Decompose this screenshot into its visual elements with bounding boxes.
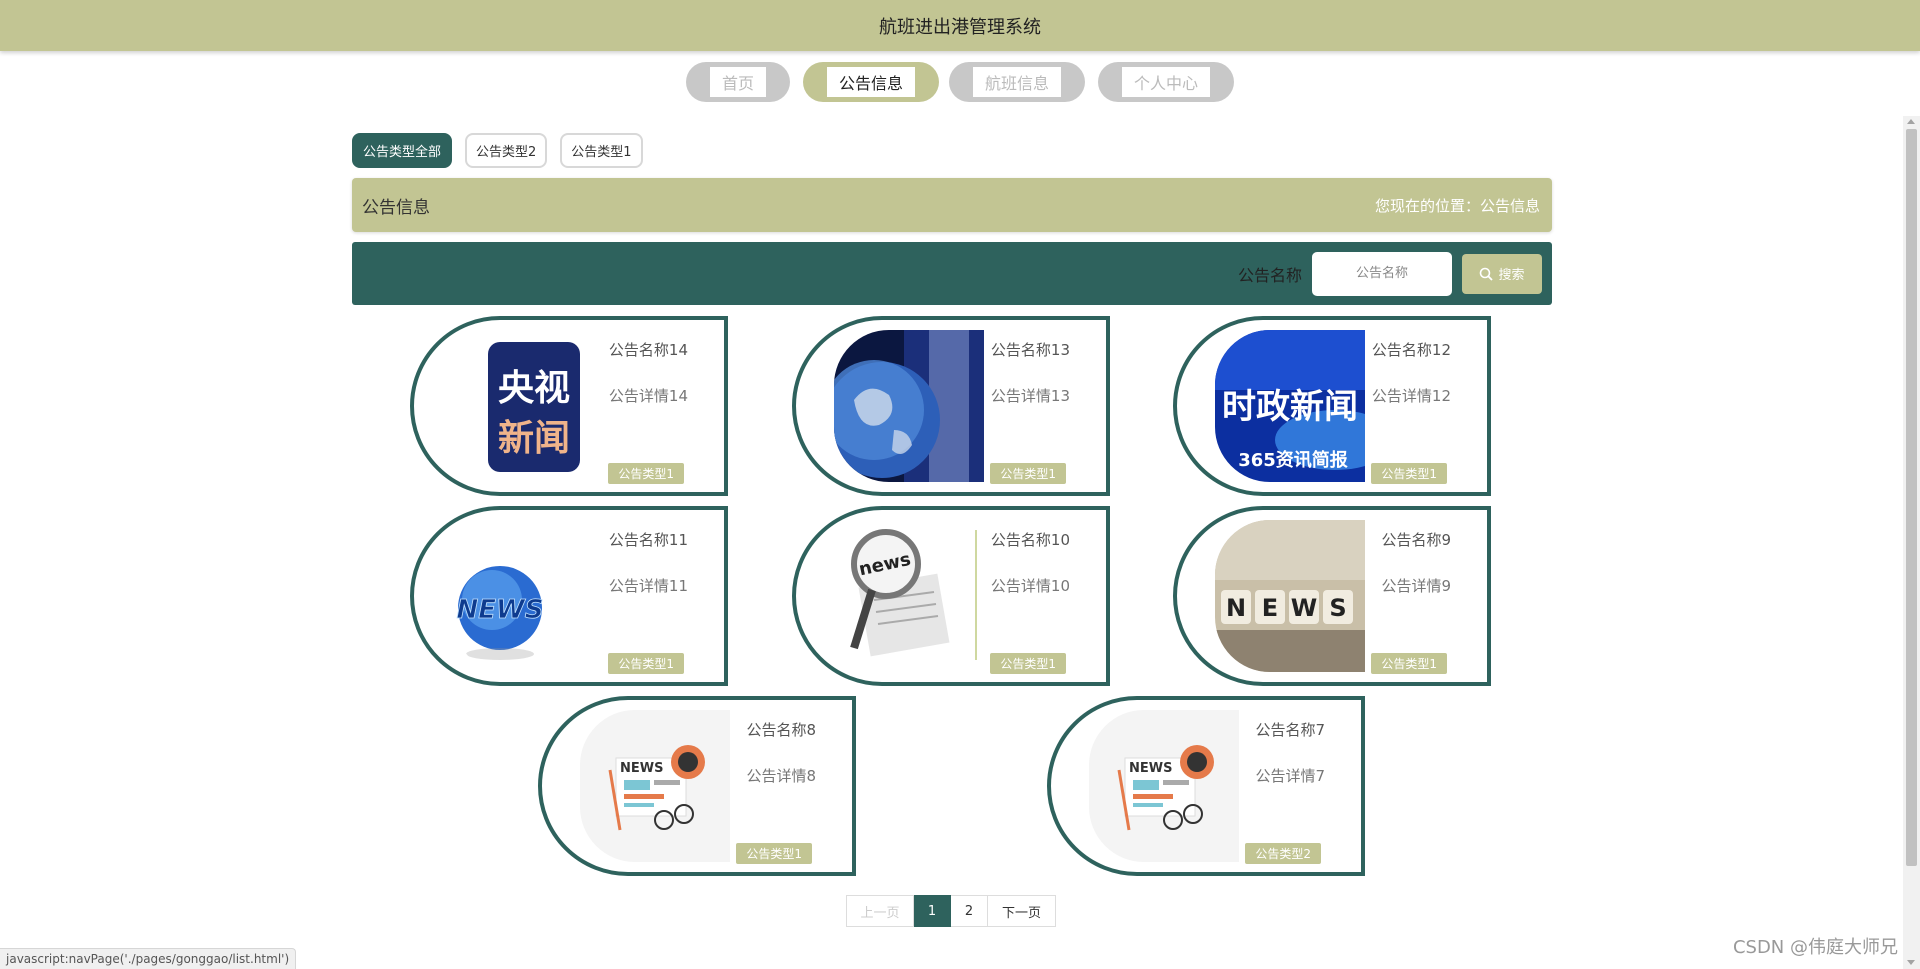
nav-announcements[interactable]: 公告信息 <box>803 62 939 102</box>
next-page-button[interactable]: 下一页 <box>988 895 1056 927</box>
search-button[interactable]: 搜索 <box>1462 253 1542 294</box>
svg-text:NEWS: NEWS <box>1129 761 1172 776</box>
section-title: 公告信息 <box>362 197 430 218</box>
card-image-cctv: 央视 新闻 <box>452 330 602 482</box>
app-title: 航班进出港管理系统 <box>879 16 1041 38</box>
vertical-scrollbar[interactable] <box>1903 116 1920 969</box>
nav-flights[interactable]: 航班信息 <box>949 62 1085 102</box>
svg-text:NEWS: NEWS <box>620 761 663 776</box>
nav-announcements-label: 公告信息 <box>826 67 915 97</box>
card-type-badge: 公告类型1 <box>736 843 812 864</box>
svg-text:新闻: 新闻 <box>498 418 570 459</box>
card-detail: 公告详情9 <box>1381 577 1451 595</box>
card-type-badge: 公告类型1 <box>990 653 1066 674</box>
search-input[interactable] <box>1312 251 1452 296</box>
svg-text:央视: 央视 <box>498 368 570 409</box>
search-bar: 公告名称 搜索 <box>352 242 1552 305</box>
pagination: 上一页 1 2 下一页 <box>846 895 1056 927</box>
card-image-news-blocks: N E W S <box>1215 520 1365 672</box>
card-name: 公告名称11 <box>608 531 688 549</box>
nav-home[interactable]: 首页 <box>686 62 790 102</box>
svg-text:365资讯简报: 365资讯简报 <box>1238 449 1348 471</box>
page-1-button[interactable]: 1 <box>914 895 951 927</box>
scroll-up-icon[interactable] <box>1907 119 1915 124</box>
svg-text:S: S <box>1329 594 1346 622</box>
tab-all-types[interactable]: 公告类型全部 <box>352 133 453 168</box>
announcement-card[interactable]: 央视 新闻 公告名称14 公告详情14 公告类型1 <box>410 316 728 496</box>
svg-text:时政新闻: 时政新闻 <box>1222 387 1358 427</box>
card-image-news-illustration: NEWS <box>580 710 730 862</box>
svg-text:E: E <box>1262 594 1278 622</box>
card-detail: 公告详情13 <box>990 387 1070 405</box>
tab-type-1[interactable]: 公告类型1 <box>560 133 643 168</box>
card-type-badge: 公告类型2 <box>1245 843 1321 864</box>
svg-text:W: W <box>1291 594 1317 622</box>
announcement-card[interactable]: NEWS 公告名称8 公告详情8 公告类型1 <box>538 696 856 876</box>
type-filter-tabs: 公告类型全部 公告类型2 公告类型1 <box>352 133 643 168</box>
watermark: CSDN @伟庭大师兄 <box>1732 937 1898 958</box>
card-type-badge: 公告类型1 <box>1371 653 1447 674</box>
breadcrumb: 您现在的位置：公告信息 <box>1374 196 1540 215</box>
card-image-news-illustration: NEWS <box>1089 710 1239 862</box>
search-label: 公告名称 <box>1237 265 1302 285</box>
card-image-politics-news: 时政新闻 365资讯简报 <box>1215 330 1365 482</box>
announcement-card[interactable]: 公告名称13 公告详情13 公告类型1 <box>792 316 1110 496</box>
card-detail: 公告详情14 <box>608 387 688 405</box>
card-name: 公告名称14 <box>608 341 688 359</box>
card-type-badge: 公告类型1 <box>1371 463 1447 484</box>
status-bar-url: javascript:navPage('./pages/gonggao/list… <box>0 948 297 969</box>
main-nav: 首页 公告信息 航班信息 个人中心 <box>0 62 1920 102</box>
card-name: 公告名称7 <box>1255 721 1325 739</box>
card-detail: 公告详情10 <box>990 577 1070 595</box>
card-name: 公告名称9 <box>1381 531 1451 549</box>
svg-text:N: N <box>1226 594 1246 622</box>
card-type-badge: 公告类型1 <box>608 463 684 484</box>
nav-flights-label: 航班信息 <box>972 67 1061 97</box>
announcement-card[interactable]: N E W S 公告名称9 公告详情9 公告类型1 <box>1173 506 1491 686</box>
card-image-magnifier-news: news <box>834 520 984 672</box>
top-header: 航班进出港管理系统 <box>0 0 1920 51</box>
card-detail: 公告详情7 <box>1255 767 1325 785</box>
announcement-card[interactable]: NEWS 公告名称7 公告详情7 公告类型2 <box>1047 696 1365 876</box>
card-name: 公告名称12 <box>1371 341 1451 359</box>
card-name: 公告名称10 <box>990 531 1070 549</box>
card-image-news-globe: NEWS <box>452 520 602 672</box>
card-detail: 公告详情11 <box>608 577 688 595</box>
card-name: 公告名称8 <box>746 721 816 739</box>
card-type-badge: 公告类型1 <box>608 653 684 674</box>
nav-home-label: 首页 <box>709 67 766 97</box>
announcement-card[interactable]: NEWS 公告名称11 公告详情11 公告类型1 <box>410 506 728 686</box>
announcement-card[interactable]: news 公告名称10 公告详情10 公告类型1 <box>792 506 1110 686</box>
nav-profile[interactable]: 个人中心 <box>1098 62 1234 102</box>
card-detail: 公告详情8 <box>746 767 816 785</box>
page-2-button[interactable]: 2 <box>951 895 988 927</box>
section-header: 公告信息 您现在的位置：公告信息 <box>352 178 1552 232</box>
prev-page-button[interactable]: 上一页 <box>846 895 914 927</box>
card-detail: 公告详情12 <box>1371 387 1451 405</box>
card-image-globe-broadcast <box>834 330 984 482</box>
tab-type-2[interactable]: 公告类型2 <box>465 133 548 168</box>
svg-text:NEWS: NEWS <box>457 595 544 625</box>
card-name: 公告名称13 <box>990 341 1070 359</box>
nav-profile-label: 个人中心 <box>1121 67 1210 97</box>
card-type-badge: 公告类型1 <box>990 463 1066 484</box>
search-button-label: 搜索 <box>1498 268 1525 283</box>
scroll-down-icon[interactable] <box>1907 960 1915 965</box>
announcement-card[interactable]: 时政新闻 365资讯简报 公告名称12 公告详情12 公告类型1 <box>1173 316 1491 496</box>
search-icon <box>1480 267 1494 281</box>
scrollbar-thumb[interactable] <box>1906 129 1917 866</box>
